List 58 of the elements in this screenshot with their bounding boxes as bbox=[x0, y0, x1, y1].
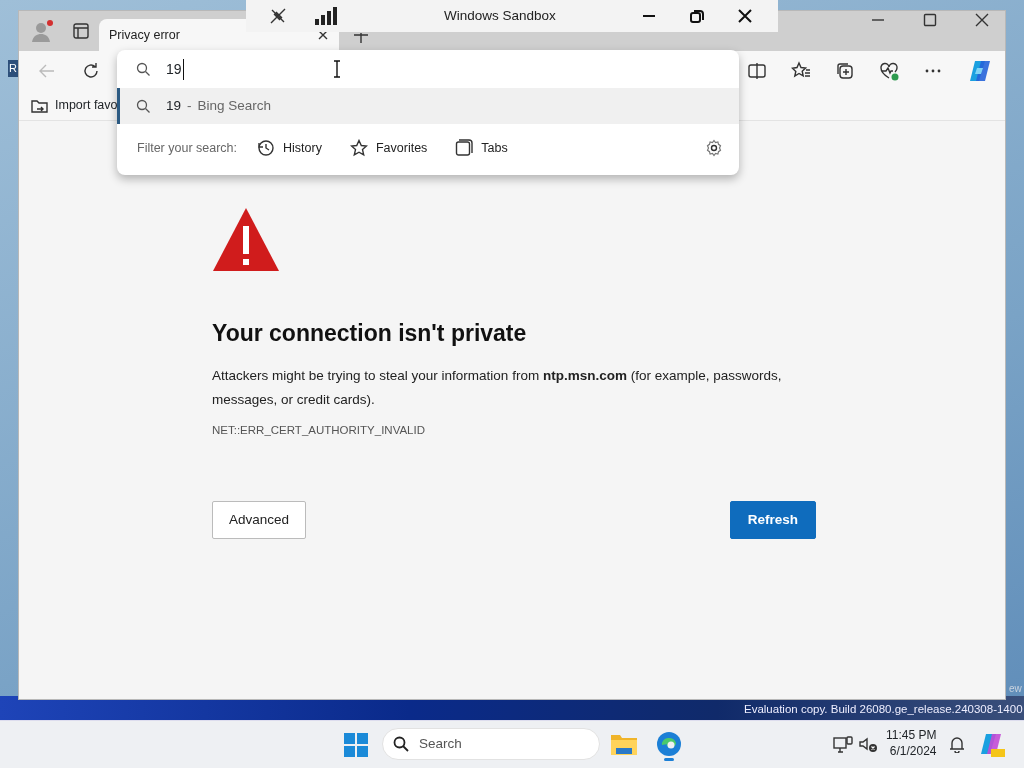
filter-label-text: Favorites bbox=[375, 139, 428, 157]
search-icon bbox=[393, 736, 409, 752]
error-code: NET::ERR_CERT_AUTHORITY_INVALID bbox=[212, 422, 426, 438]
close-icon[interactable] bbox=[317, 29, 329, 41]
heart-pulse-icon[interactable] bbox=[879, 61, 899, 81]
volume-muted-icon[interactable] bbox=[859, 736, 879, 754]
error-message: Attackers might be trying to steal your information from ntp.msn.com (for example, passwords, messages, or credit cards). bbox=[212, 366, 783, 409]
suggestion-source: Bing Search bbox=[197, 97, 272, 113]
clock-date[interactable]: 6/1/2024 bbox=[886, 743, 937, 759]
desktop-icon-label[interactable]: R bbox=[8, 60, 18, 77]
search-icon bbox=[136, 62, 150, 76]
unplug-icon[interactable] bbox=[268, 6, 288, 26]
tab-actions-icon[interactable] bbox=[73, 23, 89, 39]
tabs-icon bbox=[455, 139, 474, 157]
network-icon[interactable] bbox=[833, 736, 853, 754]
sandbox-title: Windows Sandbox bbox=[444, 6, 556, 25]
suggestion-item[interactable]: 19 - Bing Search bbox=[117, 88, 739, 124]
notification-bell-icon[interactable] bbox=[948, 735, 966, 753]
separator-text: - bbox=[187, 97, 192, 113]
star-icon bbox=[349, 139, 368, 157]
new-tab-icon[interactable] bbox=[353, 33, 369, 43]
taskbar-search-field[interactable]: Search bbox=[382, 728, 600, 760]
filter-label-text: History bbox=[283, 139, 322, 157]
refresh-icon[interactable] bbox=[81, 61, 101, 81]
refresh-button[interactable]: Refresh bbox=[729, 500, 816, 540]
import-folder-icon[interactable] bbox=[31, 97, 49, 114]
text-cursor-icon bbox=[331, 60, 342, 78]
copilot-icon[interactable] bbox=[967, 58, 993, 84]
copilot-icon[interactable] bbox=[979, 732, 1005, 758]
warning-icon bbox=[212, 206, 280, 272]
restore-icon[interactable] bbox=[690, 9, 704, 23]
close-icon[interactable] bbox=[975, 13, 989, 27]
filter-label-text: Tabs bbox=[481, 139, 508, 157]
filter-history-button[interactable]: History bbox=[257, 138, 322, 158]
suggestion-query: 19 bbox=[166, 97, 182, 113]
search-icon bbox=[136, 99, 150, 113]
advanced-button[interactable]: Advanced bbox=[212, 500, 307, 540]
start-icon[interactable] bbox=[344, 733, 368, 757]
clock-time[interactable]: 11:45 PM bbox=[886, 727, 937, 743]
split-screen-icon[interactable] bbox=[747, 61, 767, 81]
profile-icon[interactable] bbox=[29, 18, 55, 44]
watermark-text: ew bbox=[1009, 682, 1022, 696]
address-input[interactable]: 19 bbox=[166, 58, 184, 80]
signal-bars-icon[interactable] bbox=[314, 7, 338, 25]
close-icon[interactable] bbox=[738, 9, 752, 23]
search-placeholder: Search bbox=[419, 734, 462, 753]
filter-label: Filter your search: bbox=[137, 139, 238, 157]
edge-icon[interactable] bbox=[656, 731, 682, 761]
watermark-text: Evaluation copy. Build 26080.ge_release.240308-1400 bbox=[744, 702, 1023, 717]
error-heading: Your connection isn't private bbox=[212, 320, 528, 348]
tab-title: Privacy error bbox=[109, 26, 180, 44]
settings-icon[interactable] bbox=[705, 139, 723, 157]
maximize-icon[interactable] bbox=[923, 13, 937, 27]
history-icon bbox=[257, 139, 276, 157]
collections-icon[interactable] bbox=[835, 61, 855, 81]
filter-favorites-button[interactable]: Favorites bbox=[349, 138, 428, 158]
bookmark-item[interactable]: Import favo bbox=[55, 96, 118, 115]
filter-tabs-button[interactable]: Tabs bbox=[455, 138, 508, 158]
